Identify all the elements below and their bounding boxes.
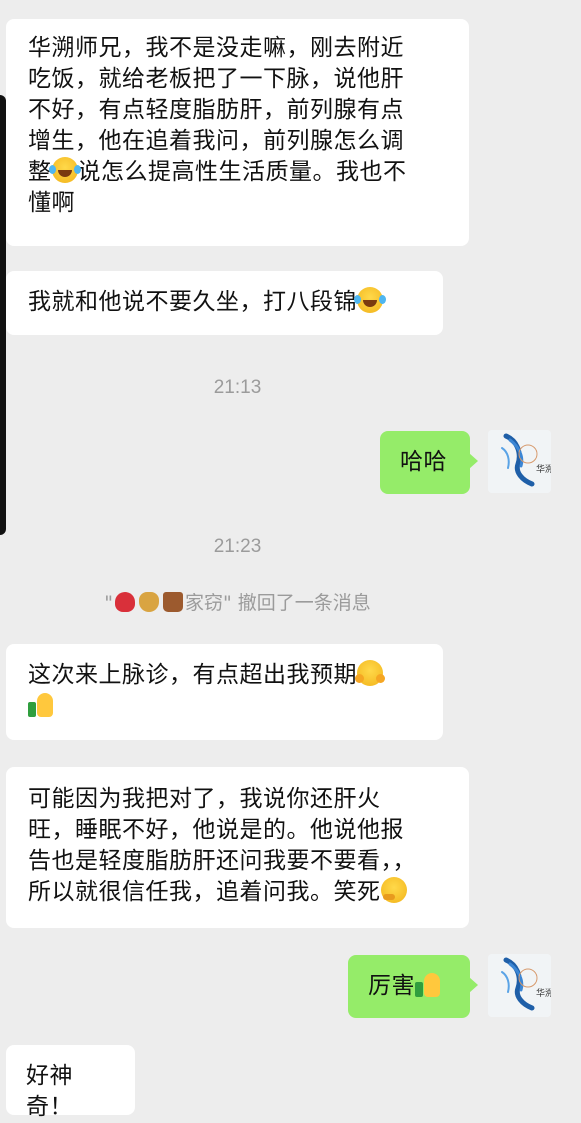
message-bubble-incoming[interactable]: 华溯师兄，我不是没走嘛，刚去附近 吃饭，就给老板把了一下脉，说他肝 不好，有点轻… — [6, 19, 469, 246]
self-avatar[interactable]: 华溯 — [488, 430, 551, 493]
message-bubble-incoming[interactable]: 我就和他说不要久坐，打八段锦 — [6, 271, 443, 335]
message-line: 这次来上脉诊，有点超出我预期 — [28, 660, 425, 691]
message-line: 告也是轻度脂肪肝还问我要不要看，， — [28, 848, 416, 874]
message-bubble-incoming[interactable]: 这次来上脉诊，有点超出我预期 — [6, 644, 443, 740]
thumbs-up-emoji — [28, 691, 54, 717]
laughing-crying-emoji — [48, 157, 78, 183]
laughing-crying-emoji — [354, 287, 383, 313]
message-text: 厉害 — [368, 973, 415, 999]
message-line: 可能因为我把对了，我说你还肝火 — [28, 786, 381, 812]
handbag-icon — [162, 592, 183, 612]
message-bubble-outgoing[interactable]: 厉害 — [348, 955, 478, 1018]
chat-view[interactable]: 华溯师兄，我不是没走嘛，刚去附近 吃饭，就给老板把了一下脉，说他肝 不好，有点轻… — [0, 0, 581, 1120]
avatar-caption: 华溯 — [536, 463, 551, 475]
message-bubble-incoming[interactable]: 可能因为我把对了，我说你还肝火 旺，睡眠不好，他说是的。他说他报 告也是轻度脂肪… — [6, 767, 469, 928]
message-line: 不好，有点轻度脂肪肝，前列腺有点 — [28, 97, 404, 123]
thumbs-up-emoji — [415, 971, 441, 997]
message-line: 整说怎么提高性生活质量。我也不 — [28, 157, 407, 185]
message-line: 懂啊 — [28, 190, 75, 216]
message-line: 旺，睡眠不好，他说是的。他说他报 — [28, 817, 404, 843]
hugging-emoji — [355, 660, 383, 686]
self-avatar[interactable]: 华溯 — [488, 954, 551, 1017]
self-avatar-icon: 华溯 — [488, 430, 551, 493]
message-text: 好神奇！ — [26, 1063, 73, 1120]
message-text: 我就和他说不要久坐，打八段锦 — [28, 289, 357, 315]
self-avatar-icon: 华溯 — [488, 954, 551, 1017]
message-text: 哈哈 — [400, 449, 447, 475]
thinking-emoji — [380, 877, 407, 903]
message-line: 华溯师兄，我不是没走嘛，刚去附近 — [28, 35, 404, 61]
recall-notice: " 家窃" 撤回了一条消息 — [104, 592, 371, 614]
timestamp: 21:13 — [213, 377, 262, 398]
message-line: 增生，他在追着我问，前列腺怎么调 — [28, 128, 404, 154]
money-bag-icon — [138, 592, 159, 612]
message-line — [28, 691, 425, 722]
lips-icon — [114, 592, 135, 612]
timestamp: 21:23 — [213, 536, 262, 557]
message-bubble-incoming[interactable]: 好神奇！ — [6, 1045, 135, 1120]
message-line: 所以就很信任我，追着问我。笑死 — [28, 877, 451, 908]
avatar-caption: 华溯 — [536, 987, 551, 999]
message-line: 吃饭，就给老板把了一下脉，说他肝 — [28, 66, 404, 92]
message-bubble-outgoing[interactable]: 哈哈 — [380, 431, 478, 494]
